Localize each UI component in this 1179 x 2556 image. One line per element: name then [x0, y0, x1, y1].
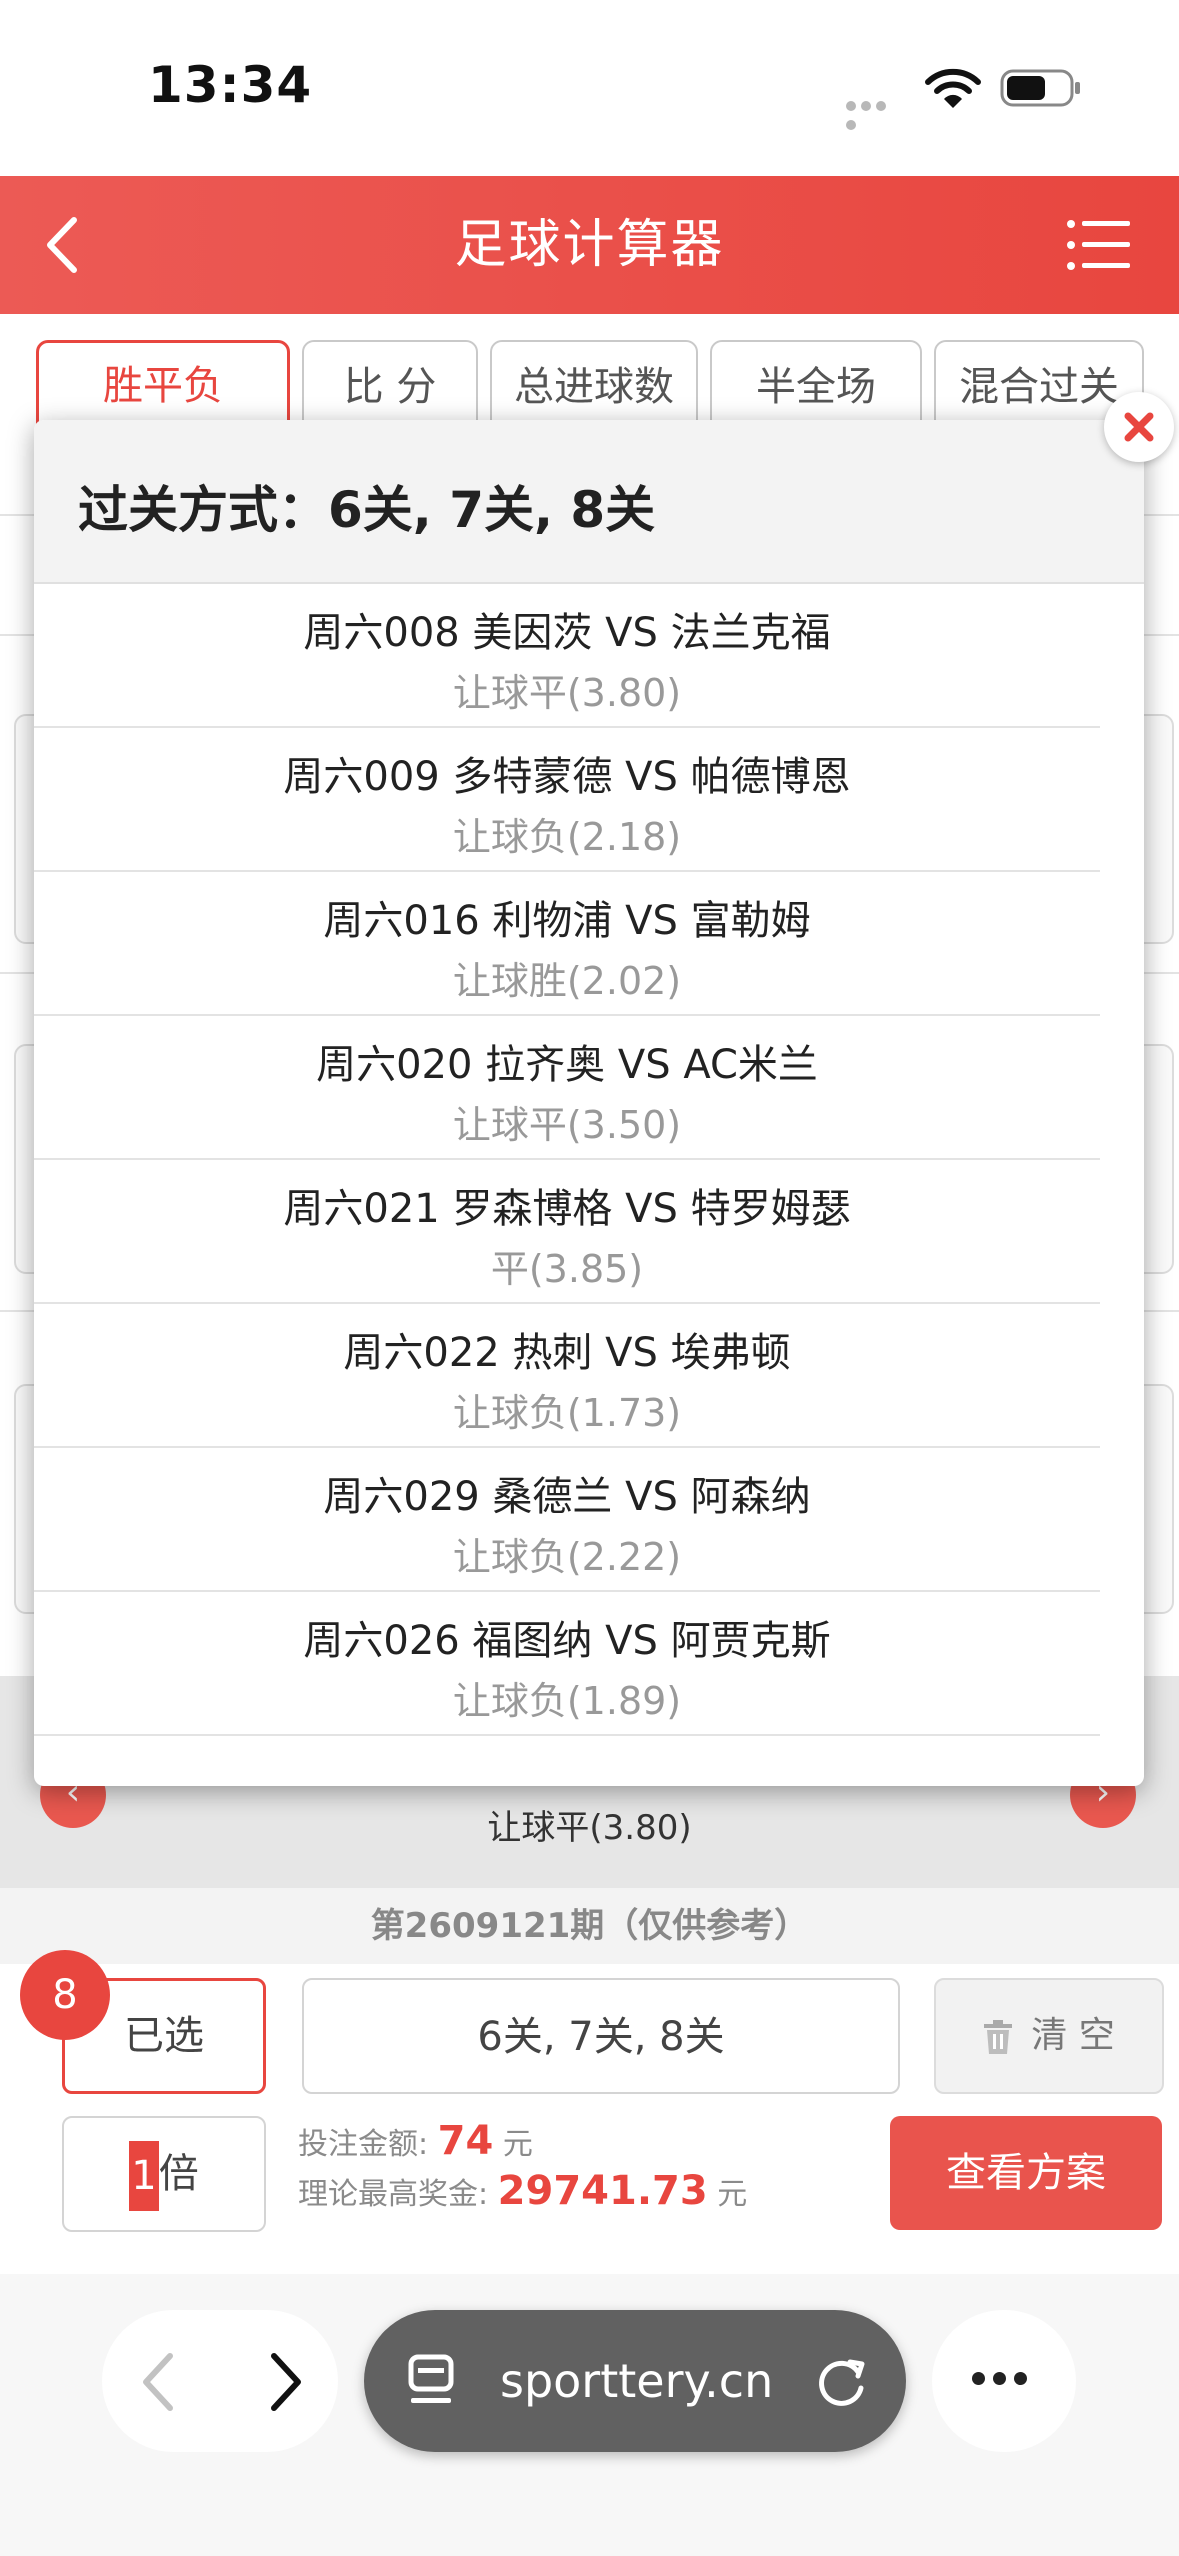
selected-count-badge: 8: [20, 1950, 110, 2040]
stake-label: 投注金额:: [298, 2127, 429, 2162]
list-item: 周六022 热刺 VS 埃弗顿 让球负(1.73): [34, 1304, 1100, 1448]
clear-label: 清 空: [1031, 2015, 1115, 2056]
list-item: 周六029 桑德兰 VS 阿森纳 让球负(2.22): [34, 1448, 1100, 1592]
multiplier-value: 1: [129, 2141, 159, 2211]
back-arrow-icon[interactable]: [34, 212, 94, 278]
list-item: 周六009 多特蒙德 VS 帕德博恩 让球负(2.18): [34, 728, 1100, 872]
list-item: 周六021 罗森博格 VS 特罗姆瑟 平(3.85): [34, 1160, 1100, 1304]
match-name: 周六009 多特蒙德 VS 帕德博恩: [283, 754, 851, 800]
pass-type-selector[interactable]: 6关, 7关, 8关: [302, 1978, 900, 2094]
match-name: 周六020 拉齐奥 VS AC米兰: [316, 1042, 818, 1088]
app-header: 足球计算器: [0, 176, 1179, 314]
match-name: 周六021 罗森博格 VS 特罗姆瑟: [283, 1186, 851, 1232]
match-name: 周六026 福图纳 VS 阿贾克斯: [303, 1618, 831, 1664]
multiplier-unit: 倍: [158, 2151, 199, 2197]
list-item: 周六020 拉齐奥 VS AC米兰 让球平(3.50): [34, 1016, 1100, 1160]
trash-icon: [984, 2020, 1013, 2054]
browser-forward-icon[interactable]: [254, 2350, 314, 2414]
max-prize-line: 理论最高奖金: 29741.73 元: [298, 2168, 747, 2214]
stake-value: 74: [437, 2118, 494, 2164]
page-title: 足球计算器: [454, 215, 725, 275]
match-name: 周六022 热刺 VS 埃弗顿: [343, 1330, 791, 1376]
clear-button[interactable]: 清 空: [934, 1978, 1164, 2094]
list-item: 周六008 美因茨 VS 法兰克福 让球平(3.80): [34, 584, 1100, 728]
tab-overview-icon[interactable]: [408, 2354, 458, 2410]
strip-pick-text: 让球平(3.80): [487, 1808, 692, 1848]
max-prize-unit: 元: [717, 2177, 748, 2212]
list-item: 周六016 利物浦 VS 富勒姆 让球胜(2.02): [34, 872, 1100, 1016]
max-prize-value: 29741.73: [497, 2168, 708, 2214]
match-name: 周六008 美因茨 VS 法兰克福: [303, 610, 831, 656]
multiplier-input[interactable]: 1倍: [62, 2116, 266, 2232]
tab-row: 胜平负 比 分 总进球数 半全场 混合过关: [0, 314, 1179, 428]
match-pick: 让球平(3.50): [452, 1103, 682, 1147]
match-pick: 让球胜(2.02): [452, 959, 682, 1003]
status-time: 13:34: [148, 56, 313, 114]
browser-back-icon[interactable]: [130, 2350, 190, 2414]
match-pick: 让球负(1.89): [452, 1679, 682, 1723]
close-icon[interactable]: [1104, 392, 1174, 462]
match-name: 周六016 利物浦 VS 富勒姆: [323, 898, 811, 944]
match-pick: 平(3.85): [490, 1247, 644, 1291]
battery-icon: [1000, 69, 1080, 107]
match-pick: 让球负(2.18): [452, 815, 682, 859]
list-item: 周六026 福图纳 VS 阿贾克斯 让球负(1.89): [34, 1592, 1100, 1736]
reload-icon[interactable]: [814, 2354, 870, 2410]
match-name: 周六029 桑德兰 VS 阿森纳: [323, 1474, 811, 1520]
stake-line: 投注金额: 74 元: [298, 2118, 533, 2164]
match-pick: 让球平(3.80): [452, 671, 682, 715]
status-bar: 13:34: [0, 0, 1179, 176]
wifi-icon: [925, 68, 981, 108]
parlay-detail-popup: 过关方式：6关, 7关, 8关 周六008 美因茨 VS 法兰克福 让球平(3.…: [34, 420, 1144, 1786]
view-plan-button[interactable]: 查看方案: [890, 2116, 1162, 2230]
app-screen: 13:34 足球计算器 胜平负 比 分 总进球数 半全场 混合过关 ‹ › 让球…: [0, 0, 1179, 2556]
tab-win-draw-lose[interactable]: 胜平负: [36, 340, 290, 428]
popup-title: 过关方式：6关, 7关, 8关: [78, 481, 656, 539]
tab-score[interactable]: 比 分: [302, 340, 478, 428]
match-pick: 让球负(1.73): [452, 1391, 682, 1435]
match-pick: 让球负(2.22): [452, 1535, 682, 1579]
list-menu-icon[interactable]: [1066, 218, 1132, 272]
tab-total-goals[interactable]: 总进球数: [490, 340, 698, 428]
period-info: 第2609121期（仅供参考）: [0, 1888, 1179, 1964]
stake-unit: 元: [502, 2127, 533, 2162]
selected-match-list: 周六008 美因茨 VS 法兰克福 让球平(3.80) 周六009 多特蒙德 V…: [34, 584, 1100, 1736]
popup-header: 过关方式：6关, 7关, 8关: [34, 420, 1144, 584]
more-dots-icon: [972, 2370, 1036, 2390]
url-text: sporttery.cn: [500, 2354, 774, 2408]
tab-half-full[interactable]: 半全场: [710, 340, 922, 428]
max-prize-label: 理论最高奖金:: [298, 2177, 489, 2212]
cellular-signal-icon: [846, 96, 904, 130]
